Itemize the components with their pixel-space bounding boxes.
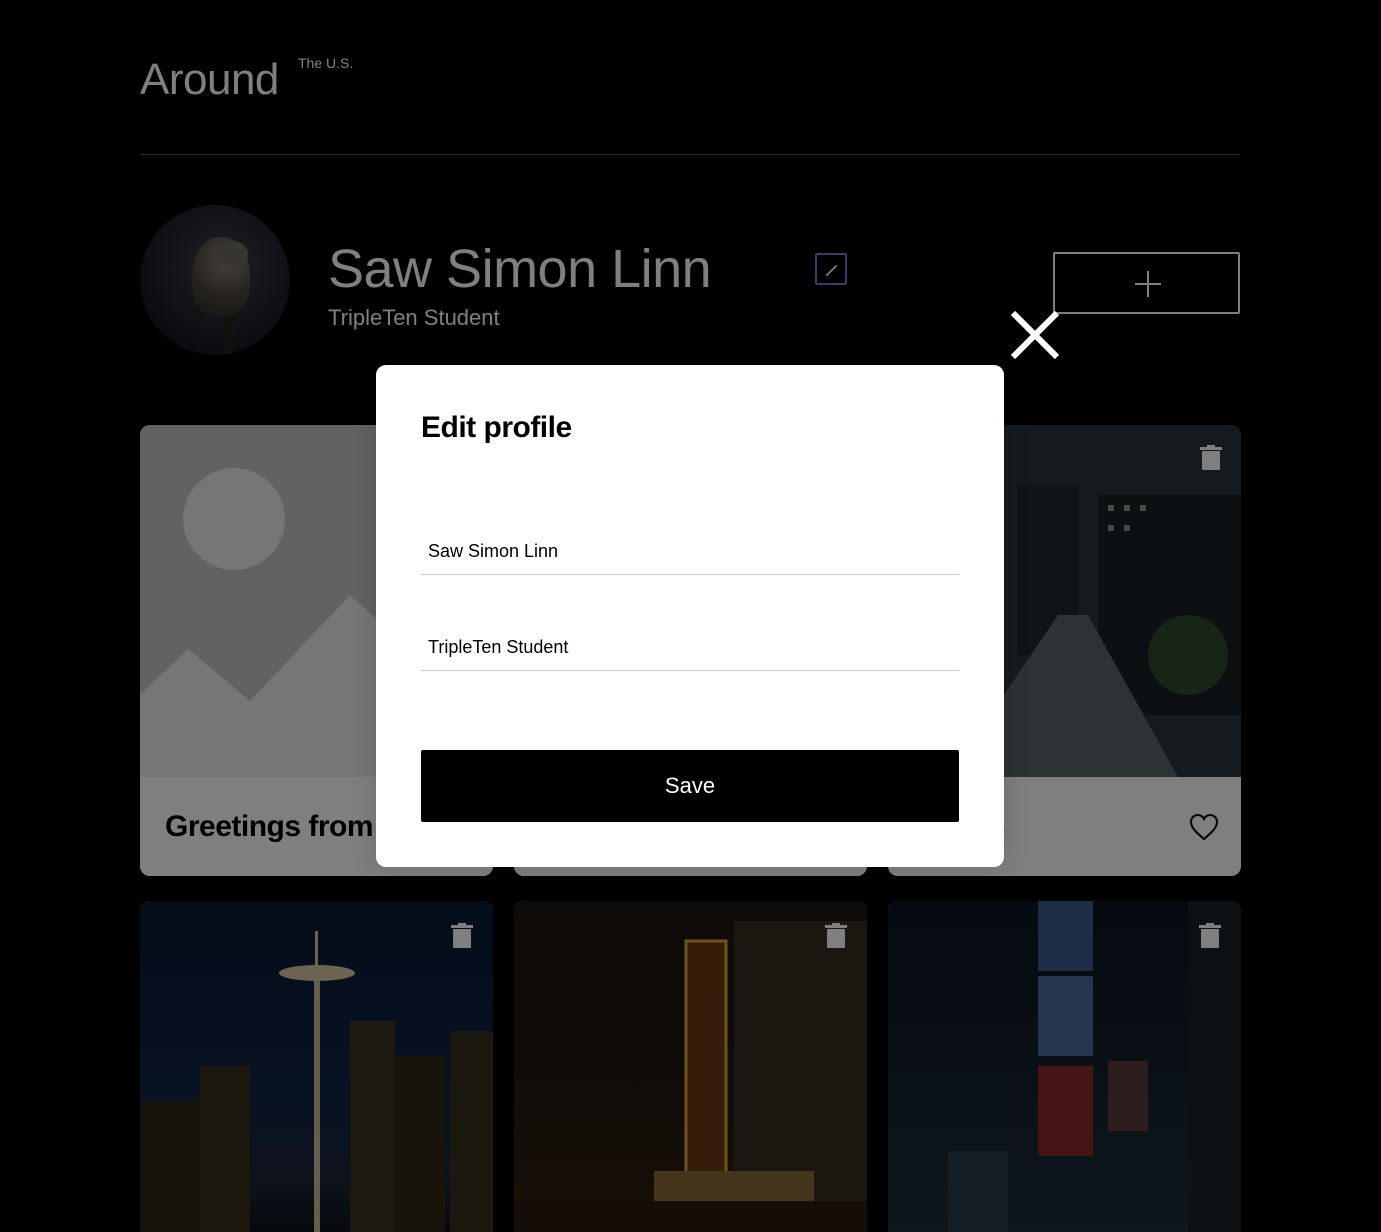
close-icon[interactable] [1009,309,1061,361]
name-input[interactable] [421,539,959,575]
save-button[interactable]: Save [421,750,959,822]
modal-title: Edit profile [421,411,572,444]
about-input[interactable] [421,635,959,671]
edit-profile-modal: Edit profile Save [376,365,1004,867]
page: Around The U.S. Saw Simon Linn TripleTen… [0,0,1381,1232]
